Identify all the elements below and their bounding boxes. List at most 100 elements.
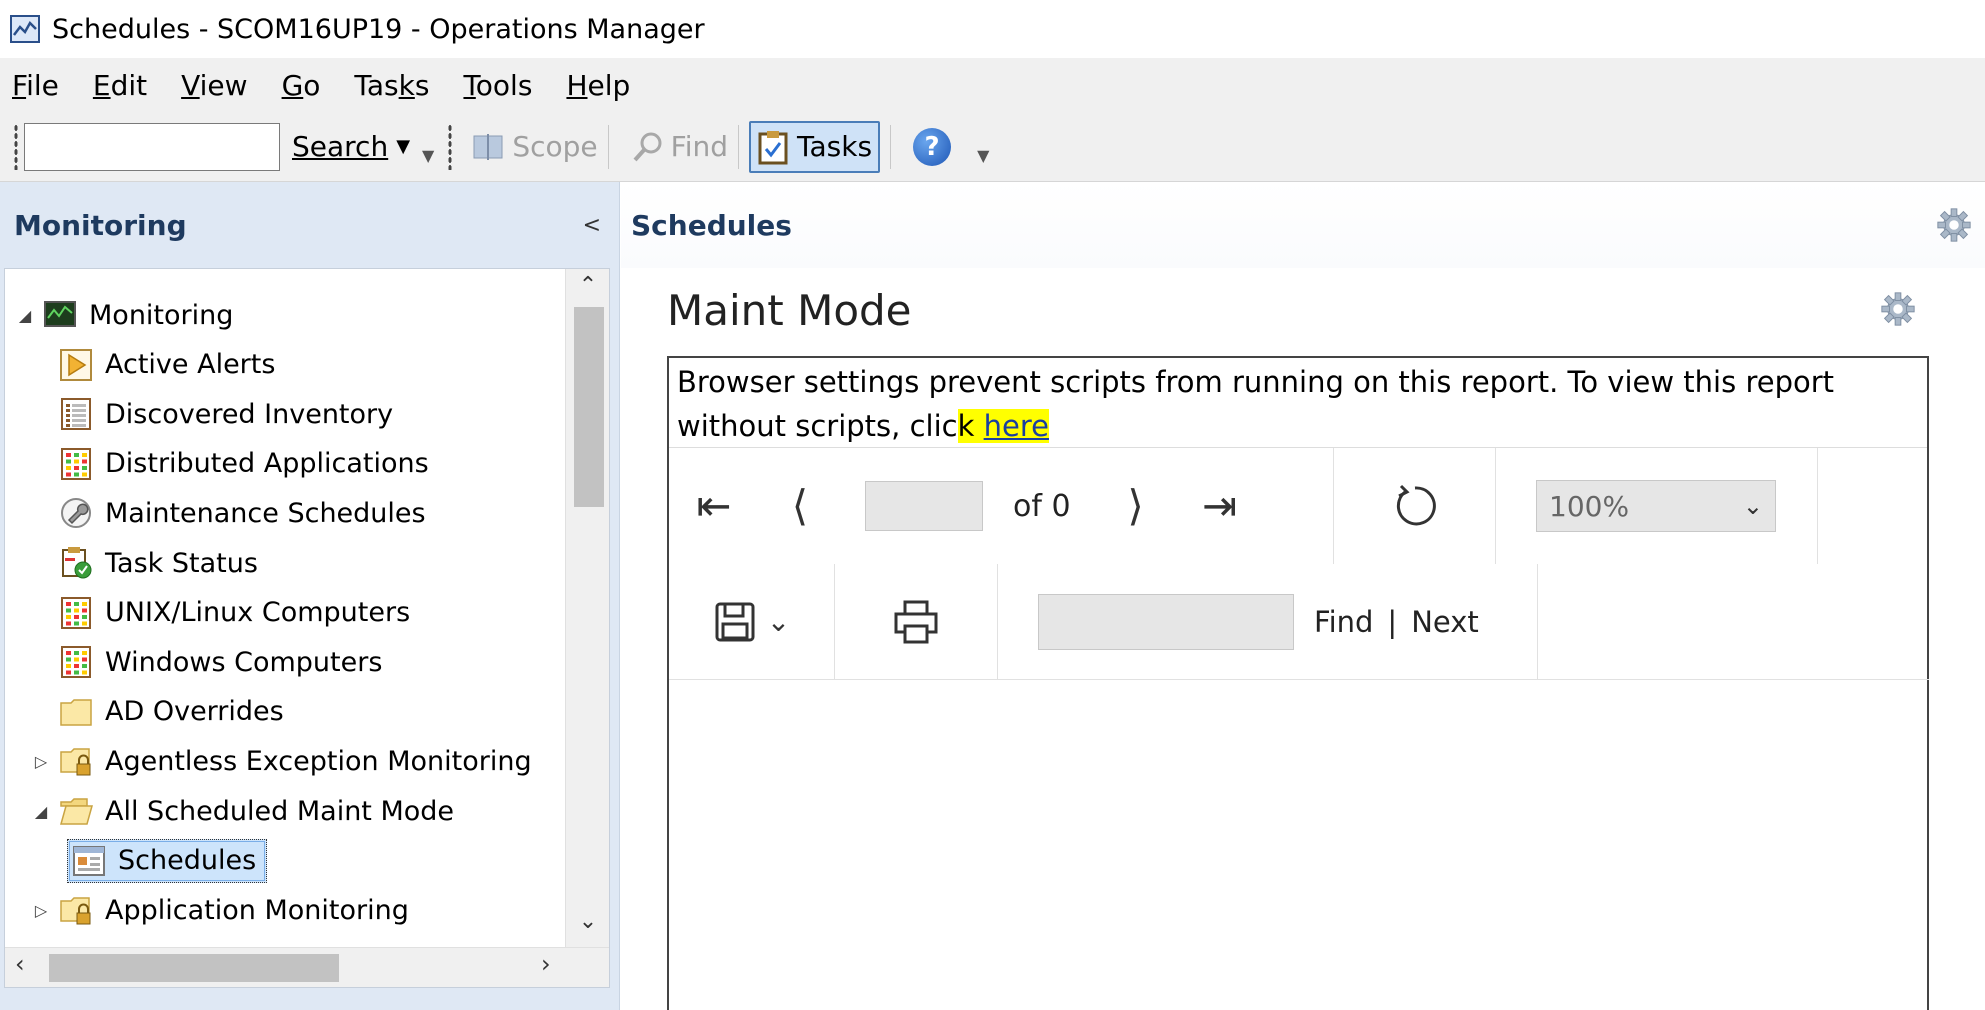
next-page-icon[interactable]: ⟩ <box>1101 485 1171 527</box>
tree-item-label: All Scheduled Maint Mode <box>105 795 455 827</box>
export-dropdown-icon[interactable]: ⌄ <box>767 605 790 638</box>
scroll-right-icon[interactable]: › <box>541 950 551 978</box>
results-pane-title: Schedules <box>631 208 792 242</box>
tree-item-active-alerts[interactable]: Active Alerts <box>31 341 275 389</box>
tree-item-label: Windows Computers <box>105 646 383 678</box>
menu-go[interactable]: Go <box>282 69 321 102</box>
tree-item-content: Maintenance Schedules <box>59 491 426 535</box>
first-page-icon[interactable]: ⇤ <box>679 485 749 527</box>
save-export-icon[interactable] <box>713 600 757 644</box>
tree-item-application-monitoring[interactable]: ▷ Application Monitoring <box>31 886 409 934</box>
tree-item-schedules[interactable]: Schedules <box>67 837 268 885</box>
menu-edit[interactable]: Edit <box>93 69 147 102</box>
tree-item-label: Distributed Applications <box>105 448 429 480</box>
tree-vertical-scrollbar[interactable]: ⌃ ⌄ <box>565 269 609 949</box>
tree-item-task-status[interactable]: Task Status <box>31 539 258 587</box>
alert-icon <box>60 348 92 381</box>
report-settings-gear-icon[interactable] <box>1879 290 1917 328</box>
tree-item-monitoring[interactable]: ◢ Monitoring <box>15 291 234 339</box>
tree-item-content: Monitoring <box>43 293 233 337</box>
print-icon[interactable] <box>892 598 940 646</box>
results-pane: Schedules Maint Mode Browser settings pr… <box>621 182 1985 1010</box>
tree-item-content: Windows Computers <box>59 640 382 684</box>
previous-page-icon[interactable]: ⟨ <box>765 485 835 527</box>
scrollbar-thumb[interactable] <box>49 954 339 982</box>
find-button[interactable]: Find <box>631 130 728 164</box>
tree-item-ad-overrides[interactable]: AD Overrides <box>31 688 284 736</box>
last-page-icon[interactable]: ⇥ <box>1185 485 1255 527</box>
tree-item-content: Schedules <box>67 838 268 883</box>
tree-item-label: UNIX/Linux Computers <box>105 597 411 629</box>
tree-item-content: Discovered Inventory <box>59 392 393 436</box>
monitor-icon <box>44 301 76 327</box>
pane-settings-gear-icon[interactable] <box>1935 206 1973 244</box>
search-input[interactable] <box>24 122 280 171</box>
tree-item-content: All Scheduled Maint Mode <box>59 789 454 833</box>
toolbar-grip-2[interactable] <box>448 123 453 170</box>
navigation-pane: Monitoring < ◢ Monitoring Active Alerts Dis… <box>0 182 620 1010</box>
tree-item-content: UNIX/Linux Computers <box>59 591 410 635</box>
tree-item-windows-computers[interactable]: Windows Computers <box>31 638 382 686</box>
menu-file[interactable]: File <box>12 69 59 102</box>
tree-item-label: Task Status <box>105 547 258 579</box>
tree-item-unix-linux-computers[interactable]: UNIX/Linux Computers <box>31 589 410 637</box>
tree-item-content: Agentless Exception Monitoring <box>59 739 532 783</box>
report-viewer: Browser settings prevent scripts from ru… <box>667 356 1929 1010</box>
no-scripts-link[interactable]: here <box>984 409 1049 443</box>
toolbar-overflow-icon[interactable]: ▼ <box>422 146 434 165</box>
scope-icon <box>473 133 503 160</box>
collapse-pane-icon[interactable]: < <box>583 213 601 238</box>
state-grid-icon <box>61 596 91 629</box>
tree-item-content: Application Monitoring <box>59 888 409 932</box>
expand-triangle-open-icon[interactable]: ◢ <box>31 802 51 821</box>
page-count-label: of 0 <box>1013 488 1071 524</box>
toolbar: Search ▼ ▼ Scope Find Tasks ? ▼ <box>0 112 1985 182</box>
expand-triangle-closed-icon[interactable]: ▷ <box>31 901 51 920</box>
find-text-input[interactable] <box>1038 593 1294 650</box>
find-next-link[interactable]: Next <box>1411 605 1479 639</box>
nav-pane-header: Monitoring < <box>0 182 619 268</box>
refresh-group <box>1334 448 1496 564</box>
operations-manager-app-icon <box>10 15 40 43</box>
expand-triangle-open-icon[interactable]: ◢ <box>15 306 35 325</box>
scroll-up-icon[interactable]: ⌃ <box>566 273 609 298</box>
menu-tools[interactable]: Tools <box>463 69 532 102</box>
find-magnifier-icon <box>633 132 662 161</box>
find-link[interactable]: Find <box>1314 605 1373 639</box>
scrollbar-thumb[interactable] <box>574 307 604 507</box>
find-separator: | <box>1387 604 1398 639</box>
tree-horizontal-scrollbar[interactable]: ‹ › <box>5 947 609 987</box>
page-number-input[interactable] <box>865 481 983 531</box>
tree-item-distributed-applications[interactable]: Distributed Applications <box>31 440 429 488</box>
report-navigation-toolbar: ⇤ ⟨ of 0 ⟩ ⇥ 100% ⌄ <box>669 448 1929 564</box>
tree-item-content: Distributed Applications <box>59 442 429 486</box>
expand-triangle-closed-icon[interactable]: ▷ <box>31 752 51 771</box>
tree-item-label: Maintenance Schedules <box>105 497 426 529</box>
window-title: Schedules - SCOM16UP19 - Operations Mana… <box>52 13 705 45</box>
tree-item-agentless-exception-monitoring[interactable]: ▷ Agentless Exception Monitoring <box>31 737 532 785</box>
tree-item-maintenance-schedules[interactable]: Maintenance Schedules <box>31 489 426 537</box>
list-view-icon <box>61 398 91 431</box>
toolbar-separator <box>607 124 609 169</box>
search-dropdown-icon: ▼ <box>396 136 411 157</box>
tree-item-discovered-inventory[interactable]: Discovered Inventory <box>31 390 393 438</box>
tasks-toggle-button[interactable]: Tasks <box>749 120 881 173</box>
scope-button[interactable]: Scope <box>470 130 598 164</box>
locked-folder-icon <box>60 748 91 776</box>
report-view-icon <box>73 845 105 876</box>
menu-view[interactable]: View <box>181 69 247 102</box>
title-bar: Schedules - SCOM16UP19 - Operations Mana… <box>0 0 1985 58</box>
scroll-down-icon[interactable]: ⌄ <box>566 909 609 934</box>
search-button[interactable]: Search ▼ <box>292 130 410 163</box>
toolbar-overflow-icon-2[interactable]: ▼ <box>977 146 989 165</box>
zoom-select[interactable]: 100% ⌄ <box>1536 480 1776 532</box>
refresh-icon[interactable] <box>1391 482 1439 530</box>
script-warning-message: Browser settings prevent scripts from ru… <box>669 358 1927 448</box>
menu-help[interactable]: Help <box>566 69 630 102</box>
scroll-left-icon[interactable]: ‹ <box>15 950 25 978</box>
tree-item-label: Application Monitoring <box>105 894 409 926</box>
menu-tasks[interactable]: Tasks <box>354 69 429 102</box>
tree-item-all-scheduled-maint-mode[interactable]: ◢ All Scheduled Maint Mode <box>31 787 454 835</box>
toolbar-grip[interactable] <box>14 123 18 170</box>
help-icon[interactable]: ? <box>913 127 952 166</box>
